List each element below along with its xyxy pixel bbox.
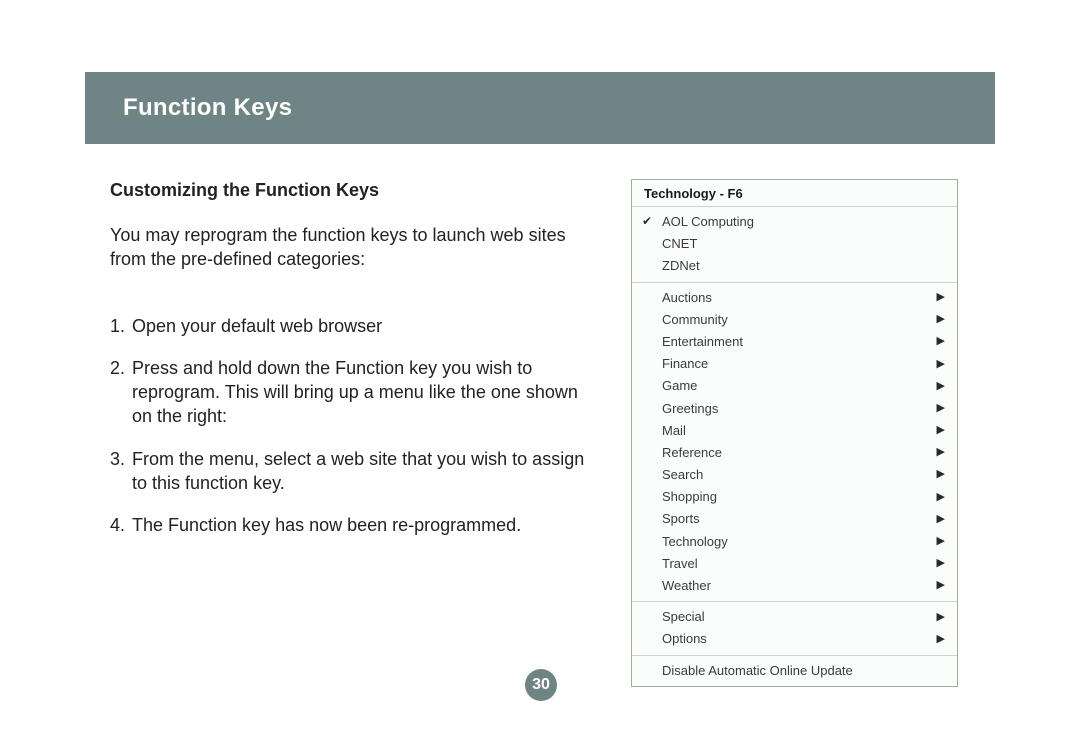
menu-item-label: Shopping	[662, 488, 717, 506]
chevron-right-icon: ▶	[937, 632, 945, 647]
menu-item-label: Weather	[662, 577, 711, 595]
step-text: The Function key has now been re-program…	[132, 513, 600, 537]
chevron-right-icon: ▶	[937, 445, 945, 460]
menu-item-label: Special	[662, 608, 705, 626]
menu-item-submenu[interactable]: Technology ▶	[632, 531, 957, 553]
chevron-right-icon: ▶	[937, 490, 945, 505]
step-number: 1.	[110, 314, 132, 338]
chevron-right-icon: ▶	[937, 334, 945, 349]
chevron-right-icon: ▶	[937, 423, 945, 438]
menu-item[interactable]: ✔ AOL Computing	[632, 211, 957, 233]
chevron-right-icon: ▶	[937, 379, 945, 394]
menu-item-submenu[interactable]: Weather ▶	[632, 575, 957, 597]
menu-item-label: Options	[662, 630, 707, 648]
menu-item-label: Greetings	[662, 400, 718, 418]
menu-item-submenu[interactable]: Mail ▶	[632, 420, 957, 442]
context-menu-title: Technology - F6	[632, 180, 957, 207]
menu-item-submenu[interactable]: Reference ▶	[632, 442, 957, 464]
menu-item-submenu[interactable]: Entertainment ▶	[632, 331, 957, 353]
document-page: Function Keys Customizing the Function K…	[0, 0, 1080, 750]
chevron-right-icon: ▶	[937, 401, 945, 416]
step-number: 2.	[110, 356, 132, 429]
menu-item-submenu[interactable]: Sports ▶	[632, 508, 957, 530]
page-number: 30	[532, 676, 550, 694]
chevron-right-icon: ▶	[937, 312, 945, 327]
menu-item-label: Community	[662, 311, 728, 329]
menu-item-submenu[interactable]: Auctions ▶	[632, 287, 957, 309]
menu-item-label: CNET	[662, 235, 697, 253]
menu-item-submenu[interactable]: Travel ▶	[632, 553, 957, 575]
menu-item-label: Mail	[662, 422, 686, 440]
menu-section-direct: ✔ AOL Computing CNET ZDNet	[632, 207, 957, 283]
menu-item-submenu[interactable]: Game ▶	[632, 375, 957, 397]
context-menu: Technology - F6 ✔ AOL Computing CNET ZDN…	[631, 179, 958, 687]
menu-item-submenu[interactable]: Community ▶	[632, 309, 957, 331]
step-item: 2. Press and hold down the Function key …	[110, 356, 600, 429]
intro-paragraph: You may reprogram the function keys to l…	[110, 223, 600, 272]
step-text: Press and hold down the Function key you…	[132, 356, 600, 429]
menu-item-label: Disable Automatic Online Update	[662, 662, 853, 680]
chevron-right-icon: ▶	[937, 290, 945, 305]
menu-item-label: Reference	[662, 444, 722, 462]
menu-item[interactable]: CNET	[632, 233, 957, 255]
menu-item-label: Finance	[662, 355, 708, 373]
step-number: 4.	[110, 513, 132, 537]
chevron-right-icon: ▶	[937, 467, 945, 482]
menu-item-label: Auctions	[662, 289, 712, 307]
page-title: Function Keys	[123, 94, 292, 122]
menu-item-submenu[interactable]: Search ▶	[632, 464, 957, 486]
menu-item[interactable]: ZDNet	[632, 255, 957, 277]
menu-item-submenu[interactable]: Special ▶	[632, 606, 957, 628]
chevron-right-icon: ▶	[937, 534, 945, 549]
menu-item-label: Entertainment	[662, 333, 743, 351]
chevron-right-icon: ▶	[937, 512, 945, 527]
steps-list: 1. Open your default web browser 2. Pres…	[110, 314, 600, 538]
menu-item-label: Game	[662, 377, 697, 395]
menu-item-label: Travel	[662, 555, 698, 573]
body-text-column: Customizing the Function Keys You may re…	[110, 180, 600, 556]
menu-item-submenu[interactable]: Greetings ▶	[632, 398, 957, 420]
chevron-right-icon: ▶	[937, 556, 945, 571]
menu-item[interactable]: Disable Automatic Online Update	[632, 660, 957, 682]
title-bar: Function Keys	[85, 72, 995, 144]
check-icon: ✔	[642, 213, 652, 230]
chevron-right-icon: ▶	[937, 610, 945, 625]
step-text: From the menu, select a web site that yo…	[132, 447, 600, 496]
step-item: 3. From the menu, select a web site that…	[110, 447, 600, 496]
menu-section-extra: Special ▶ Options ▶	[632, 602, 957, 655]
menu-item-submenu[interactable]: Shopping ▶	[632, 486, 957, 508]
step-item: 1. Open your default web browser	[110, 314, 600, 338]
step-text: Open your default web browser	[132, 314, 600, 338]
subheading: Customizing the Function Keys	[110, 180, 600, 201]
menu-item-label: Search	[662, 466, 703, 484]
menu-item-label: Sports	[662, 510, 700, 528]
step-number: 3.	[110, 447, 132, 496]
menu-item-label: AOL Computing	[662, 213, 754, 231]
menu-section-categories: Auctions ▶ Community ▶ Entertainment ▶ F…	[632, 283, 957, 603]
menu-section-footer: Disable Automatic Online Update	[632, 656, 957, 686]
chevron-right-icon: ▶	[937, 578, 945, 593]
menu-item-submenu[interactable]: Finance ▶	[632, 353, 957, 375]
step-item: 4. The Function key has now been re-prog…	[110, 513, 600, 537]
menu-item-submenu[interactable]: Options ▶	[632, 628, 957, 650]
menu-item-label: Technology	[662, 533, 728, 551]
menu-item-label: ZDNet	[662, 257, 700, 275]
chevron-right-icon: ▶	[937, 357, 945, 372]
page-number-badge: 30	[525, 669, 557, 701]
